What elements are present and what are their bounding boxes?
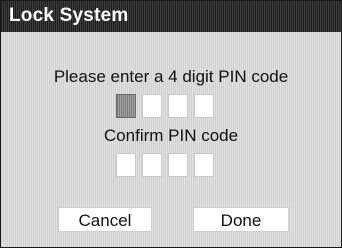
enter-pin-digit-3[interactable] <box>168 94 188 118</box>
dialog-title: Lock System <box>9 5 129 26</box>
enter-pin-digit-2[interactable] <box>142 94 162 118</box>
enter-pin-field[interactable] <box>116 94 214 118</box>
enter-pin-digit-1[interactable] <box>116 94 136 118</box>
confirm-pin-digit-2[interactable] <box>142 153 162 177</box>
lock-system-dialog: Lock System Please enter a 4 digit PIN c… <box>0 0 342 248</box>
done-button[interactable]: Done <box>193 207 289 232</box>
cancel-button[interactable]: Cancel <box>58 207 152 232</box>
confirm-pin-field[interactable] <box>116 153 214 177</box>
confirm-pin-digit-4[interactable] <box>194 153 214 177</box>
enter-pin-digit-4[interactable] <box>194 94 214 118</box>
enter-pin-prompt: Please enter a 4 digit PIN code <box>53 67 289 86</box>
confirm-pin-digit-1[interactable] <box>116 153 136 177</box>
confirm-pin-digit-3[interactable] <box>168 153 188 177</box>
confirm-pin-prompt: Confirm PIN code <box>103 126 239 145</box>
title-bar: Lock System <box>1 1 341 32</box>
